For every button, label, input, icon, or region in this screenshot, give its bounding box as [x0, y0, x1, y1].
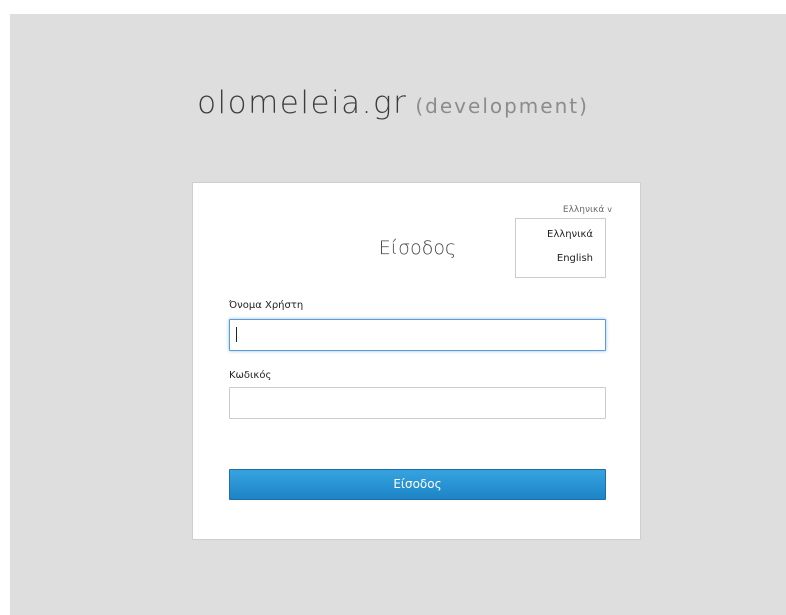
chevron-down-icon: v [607, 205, 612, 214]
login-submit-button[interactable]: Είσοδος [229, 469, 606, 500]
password-input[interactable] [229, 387, 606, 419]
username-input[interactable] [229, 319, 606, 351]
environment-label: (development) [415, 94, 589, 118]
login-card: Ελληνικά v Ελληνικά English Είσοδος Όνομα… [192, 182, 641, 540]
password-label: Κωδικός [229, 370, 272, 381]
language-selector[interactable]: Ελληνικά v [563, 205, 612, 215]
login-title: Είσοδος [378, 237, 457, 259]
username-label: Όνομα Χρήστη [229, 300, 304, 311]
site-header: olomeleia.gr (development) [0, 85, 786, 121]
text-caret [236, 327, 237, 342]
site-name: olomeleia.gr [197, 85, 408, 121]
language-current: Ελληνικά [562, 205, 605, 215]
